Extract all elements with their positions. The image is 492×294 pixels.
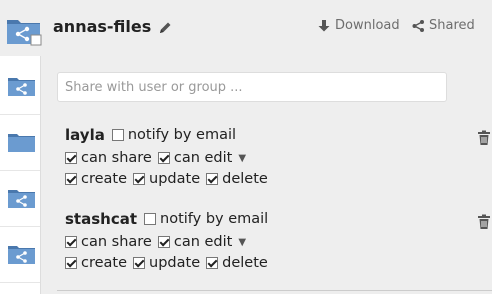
caret-down-icon[interactable]: ▼ (238, 237, 246, 248)
share-username: stashcat (65, 210, 138, 228)
create-checkbox[interactable] (65, 257, 77, 269)
download-label: Download (335, 18, 400, 33)
shared-folder-icon (7, 20, 42, 46)
update-checkbox[interactable] (133, 257, 146, 269)
file-row[interactable] (0, 114, 40, 171)
create-label: create (81, 171, 128, 187)
can-share-label: can share (81, 234, 152, 250)
shared-label: Shared (429, 18, 475, 33)
sidebar-header: annas-files Download Shared (0, 0, 492, 56)
file-row[interactable] (0, 170, 40, 227)
notify-checkbox[interactable] (111, 129, 124, 141)
can-edit-checkbox[interactable] (157, 152, 170, 164)
caret-down-icon[interactable]: ▼ (238, 153, 246, 164)
update-label: update (149, 255, 201, 271)
file-row[interactable] (0, 226, 40, 283)
file-row[interactable] (0, 58, 40, 115)
sharing-panel: layla notify by email can share can edit… (41, 56, 492, 294)
shared-folder-icon (8, 190, 35, 208)
delete-checkbox[interactable] (206, 257, 219, 269)
create-label: create (81, 255, 128, 271)
download-button[interactable]: Download (317, 18, 400, 33)
delete-checkbox[interactable] (206, 173, 219, 185)
delete-label: delete (222, 171, 268, 187)
shared-folder-icon (8, 246, 35, 264)
shared-folder-icon (8, 78, 35, 96)
notify-label: notify by email (127, 127, 237, 143)
can-share-checkbox[interactable] (65, 236, 77, 248)
folder-icon (8, 134, 35, 152)
trash-icon[interactable] (477, 130, 491, 146)
divider (57, 290, 492, 291)
download-icon (318, 19, 330, 31)
can-edit-label: can edit (173, 150, 233, 166)
notify-label: notify by email (160, 211, 269, 227)
update-checkbox[interactable] (133, 173, 146, 185)
share-username: layla (65, 126, 105, 144)
can-share-checkbox[interactable] (65, 152, 77, 164)
file-title: annas-files (53, 17, 152, 36)
share-with-input[interactable] (57, 72, 447, 102)
can-share-label: can share (81, 150, 152, 166)
share-icon (412, 19, 424, 32)
can-edit-label: can edit (173, 234, 233, 250)
update-label: update (149, 171, 201, 187)
delete-label: delete (222, 255, 268, 271)
can-edit-checkbox[interactable] (157, 236, 170, 248)
notify-checkbox[interactable] (144, 213, 157, 225)
trash-icon[interactable] (477, 214, 491, 230)
create-checkbox[interactable] (65, 173, 77, 185)
pencil-icon[interactable] (157, 20, 173, 36)
shared-button[interactable]: Shared (411, 18, 475, 33)
